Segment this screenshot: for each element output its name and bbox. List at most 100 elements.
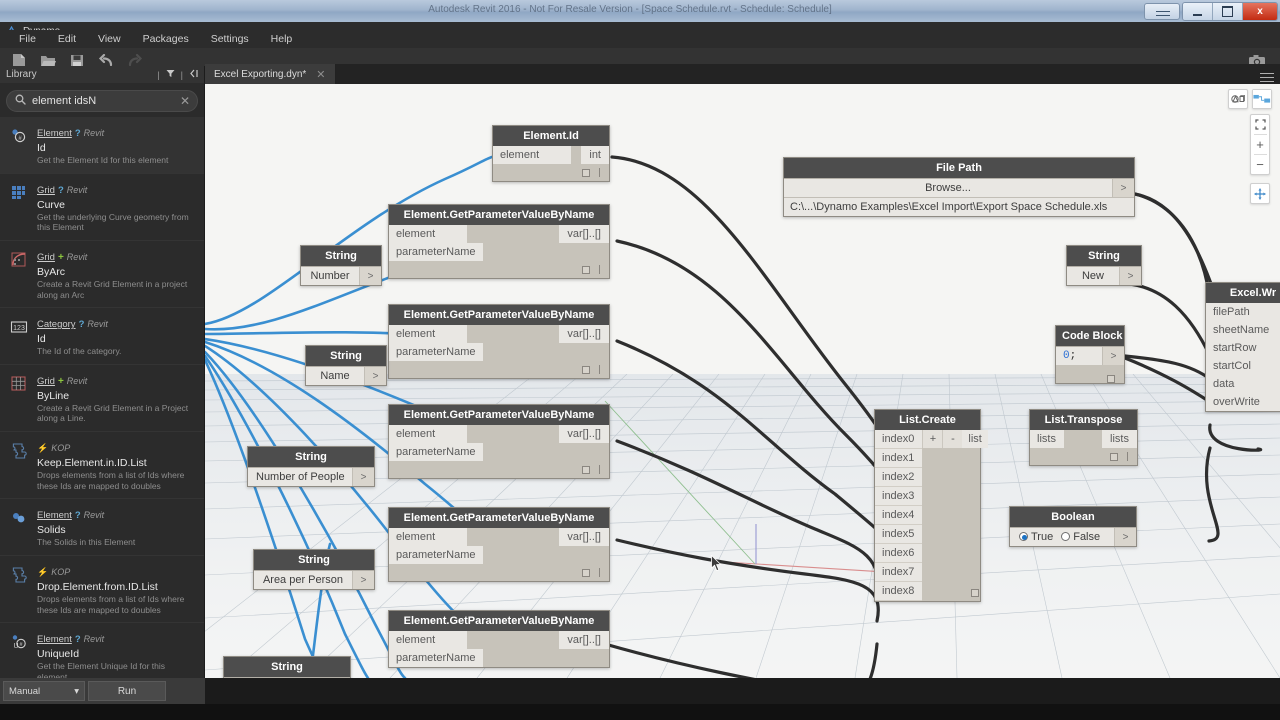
node-getparameter-3[interactable]: Element.GetParameterValueByName element …: [388, 404, 610, 479]
port-in-element[interactable]: element: [389, 528, 467, 546]
pin-icon[interactable]: [599, 568, 600, 577]
port-out-int[interactable]: int: [581, 146, 609, 164]
string-value-input[interactable]: Name: [306, 367, 364, 385]
port-in-parametername[interactable]: parameterName: [389, 343, 483, 361]
port-out-var[interactable]: var[]..[]: [559, 225, 609, 243]
library-item-category[interactable]: Element: [37, 128, 72, 139]
tab-close-icon[interactable]: ✕: [316, 68, 325, 81]
zoom-in-button[interactable]: +: [1250, 135, 1270, 154]
preview-toggle-icon[interactable]: [582, 466, 590, 474]
port-in-parametername[interactable]: parameterName: [389, 546, 483, 564]
port-in-element[interactable]: element: [389, 325, 467, 343]
preview-toggle-icon[interactable]: [582, 366, 590, 374]
pin-icon[interactable]: [1127, 452, 1128, 461]
node-list-create[interactable]: List.Create index0 index1 index2 index3 …: [874, 409, 981, 602]
geometry-view-icon[interactable]: [1229, 90, 1247, 108]
port-in-element[interactable]: element: [493, 146, 571, 164]
expand-arrow-icon[interactable]: >: [359, 267, 381, 285]
run-mode-dropdown[interactable]: Manual ▾: [3, 681, 85, 701]
workspace-menu-icon[interactable]: [1260, 70, 1274, 85]
library-item-category[interactable]: Element: [37, 510, 72, 521]
library-item-curve[interactable]: Grid?RevitCurveGet the underlying Curve …: [0, 174, 204, 241]
node-string-name[interactable]: String Name >: [305, 345, 387, 386]
node-excel-write[interactable]: Excel.Wr filePath sheetName startRow sta…: [1205, 282, 1280, 412]
node-getparameter-2[interactable]: Element.GetParameterValueByName element …: [388, 304, 610, 379]
library-item-id[interactable]: #Element?RevitIdGet the Element Id for t…: [0, 117, 204, 174]
port-in-overwrite[interactable]: overWrite: [1206, 393, 1280, 411]
expand-arrow-icon[interactable]: >: [1102, 347, 1124, 365]
zoom-to-fit-icon[interactable]: [1250, 115, 1270, 134]
node-element-id[interactable]: Element.Id element int: [492, 125, 610, 182]
port-in-sheetname[interactable]: sheetName: [1206, 321, 1280, 339]
port-in-element[interactable]: element: [389, 425, 467, 443]
library-item-category[interactable]: Grid: [37, 252, 55, 263]
port-out-var[interactable]: var[]..[]: [559, 325, 609, 343]
port-in-parametername[interactable]: parameterName: [389, 649, 483, 667]
port-in-index5[interactable]: index5: [875, 525, 922, 544]
menu-file[interactable]: File: [8, 31, 47, 47]
preview-toggle-icon[interactable]: [1110, 453, 1118, 461]
library-results-list[interactable]: #Element?RevitIdGet the Element Id for t…: [0, 117, 204, 678]
node-string-bottom[interactable]: String >: [223, 656, 351, 678]
radio-true[interactable]: True: [1019, 531, 1053, 543]
port-out-lists[interactable]: lists: [1102, 430, 1137, 448]
port-in-lists[interactable]: lists: [1030, 430, 1064, 448]
expand-arrow-icon[interactable]: >: [352, 468, 374, 486]
library-item-category[interactable]: Category: [37, 319, 76, 330]
expand-arrow-icon[interactable]: >: [352, 571, 374, 589]
string-value-input[interactable]: Area per Person: [254, 571, 352, 589]
node-getparameter-1[interactable]: Element.GetParameterValueByName element …: [388, 204, 610, 279]
pin-icon[interactable]: [599, 365, 600, 374]
node-boolean[interactable]: Boolean True False >: [1009, 506, 1137, 547]
browse-button[interactable]: Browse...: [784, 179, 1112, 197]
clear-search-icon[interactable]: ✕: [180, 95, 190, 107]
node-file-path[interactable]: File Path Browse... > C:\...\Dynamo Exam…: [783, 157, 1135, 217]
preview-toggle-icon[interactable]: [582, 569, 590, 577]
port-in-index3[interactable]: index3: [875, 487, 922, 506]
pin-icon[interactable]: [599, 265, 600, 274]
port-in-element[interactable]: element: [389, 631, 467, 649]
port-out-list[interactable]: list: [962, 430, 987, 448]
node-string-number[interactable]: String Number >: [300, 245, 382, 286]
library-item-byarc[interactable]: Grid+RevitByArcCreate a Revit Grid Eleme…: [0, 241, 204, 308]
pin-icon[interactable]: [599, 168, 600, 177]
minimize-button[interactable]: [1183, 3, 1213, 20]
tab-excel-exporting[interactable]: Excel Exporting.dyn* ✕: [205, 64, 336, 84]
port-out-var[interactable]: var[]..[]: [559, 425, 609, 443]
collapse-panel-icon[interactable]: [189, 69, 198, 80]
graph-canvas[interactable]: Element.Id element int Element.GetParame…: [205, 84, 1280, 678]
menu-settings[interactable]: Settings: [200, 31, 260, 47]
library-item-byline[interactable]: Grid+RevitByLineCreate a Revit Grid Elem…: [0, 365, 204, 432]
port-in-startcol[interactable]: startCol: [1206, 357, 1280, 375]
node-string-area-per-person[interactable]: String Area per Person >: [253, 549, 375, 590]
port-in-index1[interactable]: index1: [875, 449, 922, 468]
library-item-keep-element-in-id-list[interactable]: ⚡KOPKeep.Element.in.ID.ListDrops element…: [0, 432, 204, 499]
expand-arrow-icon[interactable]: >: [364, 367, 386, 385]
menu-edit[interactable]: Edit: [47, 31, 87, 47]
library-item-uniqueid[interactable]: U#Element?RevitUniqueIdGet the Element U…: [0, 623, 204, 678]
radio-false[interactable]: False: [1061, 531, 1100, 543]
port-in-index6[interactable]: index6: [875, 544, 922, 563]
node-getparameter-4[interactable]: Element.GetParameterValueByName element …: [388, 507, 610, 582]
port-out-var[interactable]: var[]..[]: [559, 631, 609, 649]
library-item-category[interactable]: Element: [37, 634, 72, 645]
expand-arrow-icon[interactable]: >: [1114, 528, 1136, 546]
library-item-category[interactable]: Grid: [37, 376, 55, 387]
port-out-var[interactable]: var[]..[]: [559, 528, 609, 546]
port-in-filepath[interactable]: filePath: [1206, 303, 1280, 321]
expand-arrow-icon[interactable]: >: [1119, 267, 1141, 285]
port-in-index2[interactable]: index2: [875, 468, 922, 487]
pin-icon[interactable]: [599, 465, 600, 474]
pan-icon[interactable]: [1250, 184, 1270, 203]
port-in-index7[interactable]: index7: [875, 563, 922, 582]
node-string-number-of-people[interactable]: String Number of People >: [247, 446, 375, 487]
port-in-startrow[interactable]: startRow: [1206, 339, 1280, 357]
run-button[interactable]: Run: [88, 681, 166, 701]
library-item-drop-element-from-id-list[interactable]: ⚡KOPDrop.Element.from.ID.ListDrops eleme…: [0, 556, 204, 623]
maximize-button[interactable]: [1213, 3, 1243, 20]
node-code-block[interactable]: Code Block 0; >: [1055, 325, 1125, 384]
node-getparameter-5[interactable]: Element.GetParameterValueByName element …: [388, 610, 610, 668]
port-in-index4[interactable]: index4: [875, 506, 922, 525]
graph-view-icon[interactable]: [1253, 90, 1271, 108]
preview-toggle-icon[interactable]: [582, 266, 590, 274]
